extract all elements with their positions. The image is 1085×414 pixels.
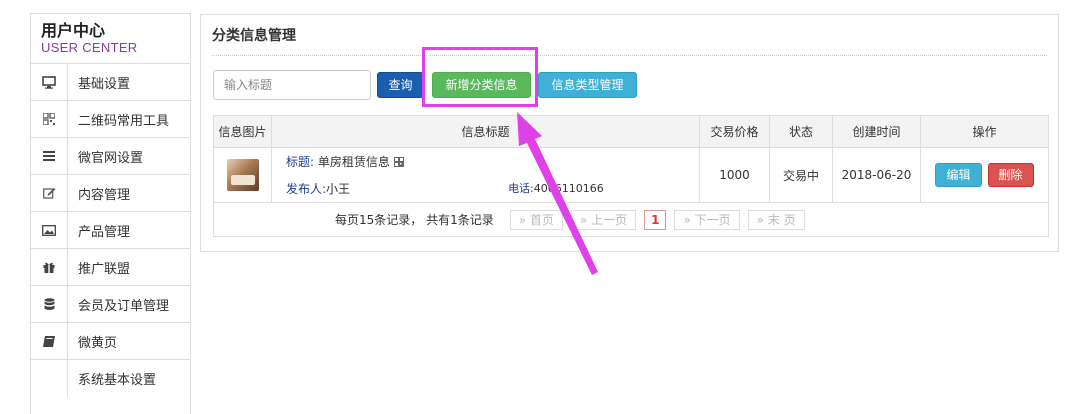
next-page-button[interactable]: » 下一页: [674, 209, 740, 230]
column-header-actions: 操作: [972, 125, 997, 139]
sidebar-item-label: 系统基本设置: [78, 373, 157, 388]
edit-button[interactable]: 编辑: [935, 163, 982, 187]
qrcode-icon: [31, 101, 68, 137]
sidebar-item-basic-settings[interactable]: 基础设置: [31, 64, 190, 101]
search-input[interactable]: [213, 70, 371, 100]
image-icon: [31, 212, 68, 248]
column-header-status: 状态: [770, 116, 833, 147]
sidebar-item-qrcode-tools[interactable]: 二维码常用工具: [31, 101, 190, 138]
column-header-price: 交易价格: [700, 116, 770, 147]
pagination-summary: 每页15条记录， 共有1条记录: [335, 213, 494, 227]
phone-block: 电话:4006110166: [508, 180, 604, 197]
sidebar-item-yellow-pages[interactable]: 微黄页: [31, 323, 190, 360]
sidebar-item-micro-site[interactable]: 微官网设置: [31, 138, 190, 175]
qrcode-icon[interactable]: [393, 155, 404, 169]
sidebar-item-products[interactable]: 产品管理: [31, 212, 190, 249]
column-header-image: 信息图片: [214, 116, 272, 147]
pagination-row: 每页15条记录， 共有1条记录 » 首页 » 上一页 1 » 下一页 » 末 页: [214, 203, 1048, 236]
current-page[interactable]: 1: [644, 209, 667, 230]
title-cell: 标题: 单房租赁信息 发布人:小王 电话:4006110166: [272, 148, 700, 202]
column-header-title: 信息标题: [272, 116, 700, 147]
add-category-info-button[interactable]: 新增分类信息: [432, 72, 531, 98]
last-page-button[interactable]: » 末 页: [747, 209, 805, 230]
database-icon: [31, 286, 68, 322]
sidebar-item-label: 产品管理: [78, 224, 131, 240]
info-type-management-button[interactable]: 信息类型管理: [538, 72, 637, 98]
delete-button[interactable]: 删除: [987, 163, 1034, 187]
info-title[interactable]: 单房租赁信息: [318, 155, 390, 169]
publisher-name: 小王: [326, 182, 351, 196]
category-info-panel: 分类信息管理 查询 新增分类信息 信息类型管理 信息图片 信息标题 交易价格 状…: [200, 14, 1059, 252]
sidebar-header: 用户中心 USER CENTER: [31, 14, 190, 64]
sidebar-item-label: 微黄页: [78, 335, 118, 351]
created-cell: 2018-06-20: [833, 148, 921, 202]
prev-page-button[interactable]: » 上一页: [570, 209, 637, 230]
sidebar-item-label: 微官网设置: [78, 150, 144, 166]
table-header-row: 信息图片 信息标题 交易价格 状态 创建时间 操作: [214, 116, 1048, 148]
sidebar-item-content[interactable]: 内容管理: [31, 175, 190, 212]
sidebar-subtitle: USER CENTER: [41, 40, 138, 55]
sidebar: 用户中心 USER CENTER 基础设置 二维码常用工具 微官网设置 内容管理…: [30, 13, 191, 414]
phone-label: 电话:: [508, 182, 534, 195]
blank-icon: [31, 360, 68, 397]
sidebar-item-promotion[interactable]: 推广联盟: [31, 249, 190, 286]
sidebar-title: 用户中心: [41, 21, 106, 40]
sidebar-item-label: 内容管理: [78, 187, 131, 203]
status-cell: 交易中: [770, 148, 833, 202]
title-line: 标题: 单房租赁信息: [286, 153, 404, 170]
meta-line: 发布人:小王 电话:4006110166: [286, 180, 699, 197]
sidebar-item-label: 二维码常用工具: [78, 113, 170, 129]
first-page-button[interactable]: » 首页: [509, 209, 563, 230]
publisher-block: 发布人:小王: [286, 180, 350, 197]
image-cell: [214, 148, 272, 202]
query-button[interactable]: 查询: [377, 72, 424, 98]
title-label: 标题:: [286, 155, 315, 169]
sidebar-item-label: 基础设置: [78, 76, 131, 92]
table-row: 标题: 单房租赁信息 发布人:小王 电话:4006110166 1000 交易中: [214, 148, 1048, 203]
title-divider: [212, 55, 1047, 56]
edit-icon: [31, 175, 68, 211]
sidebar-item-label: 推广联盟: [78, 261, 131, 277]
column-header-created: 创建时间: [833, 116, 921, 147]
sidebar-item-system-settings[interactable]: 系统基本设置: [31, 360, 190, 397]
info-table: 信息图片 信息标题 交易价格 状态 创建时间 操作 标题: 单房租赁信息 发布人…: [213, 115, 1049, 237]
book-icon: [31, 323, 68, 359]
publisher-label: 发布人:: [286, 182, 327, 196]
price-cell: 1000: [700, 148, 770, 202]
sidebar-item-members-orders[interactable]: 会员及订单管理: [31, 286, 190, 323]
page-title: 分类信息管理: [212, 28, 296, 44]
info-thumbnail[interactable]: [226, 159, 259, 191]
sidebar-item-label: 会员及订单管理: [78, 298, 170, 314]
phone-number: 4006110166: [533, 182, 604, 195]
gift-icon: [31, 249, 68, 285]
list-icon: [31, 138, 68, 174]
monitor-icon: [31, 64, 68, 100]
actions-cell: 编辑 删除: [921, 148, 1048, 202]
